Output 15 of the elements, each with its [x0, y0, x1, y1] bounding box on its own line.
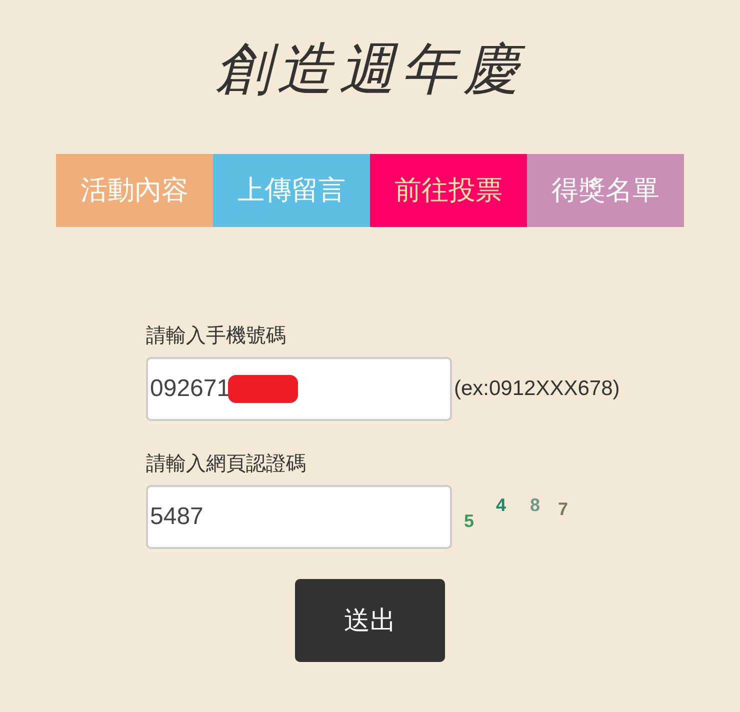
nav-tab[interactable]: 前往投票 [370, 154, 527, 227]
page-title: 創造週年慶 [215, 36, 525, 104]
captcha-field[interactable]: 5487 [146, 485, 452, 549]
captcha-digit: 7 [558, 499, 568, 519]
field-label: 請輸入手機號碼 [146, 324, 287, 349]
field-label: 請輸入網頁認證碼 [146, 452, 307, 477]
captcha-digit: 5 [464, 511, 474, 531]
submit-button[interactable]: 送出 [295, 579, 445, 662]
captcha-digit: 8 [530, 495, 540, 515]
phone-hint: (ex:0912XXX678) [454, 376, 620, 402]
field-value: 5487 [150, 502, 204, 532]
nav-tab[interactable]: 活動內容 [56, 154, 213, 227]
nav-tab[interactable]: 得獎名單 [527, 154, 684, 227]
nav-tab[interactable]: 上傳留言 [213, 154, 370, 227]
captcha-digit: 4 [496, 495, 506, 515]
